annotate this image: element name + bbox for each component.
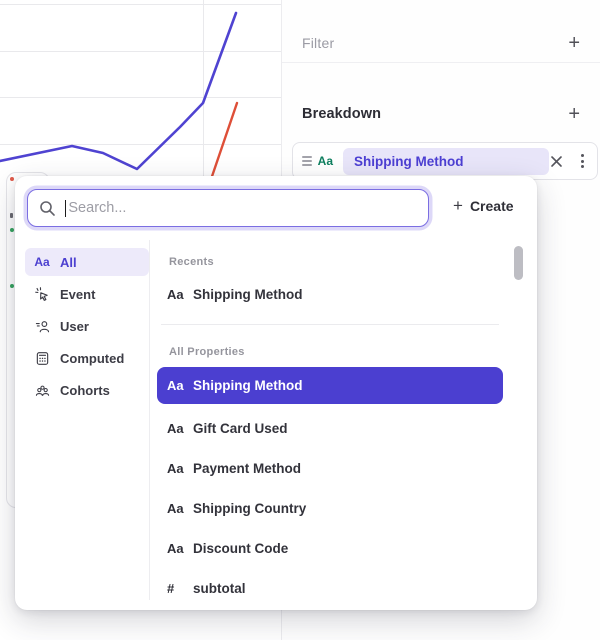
recents-header: Recents bbox=[169, 256, 214, 268]
computed-icon bbox=[33, 351, 51, 366]
breakdown-label: Breakdown bbox=[302, 106, 382, 122]
chart-line-blue bbox=[0, 11, 238, 171]
event-icon bbox=[33, 286, 51, 302]
list-item-label: Gift Card Used bbox=[193, 420, 288, 436]
nav-item-event[interactable]: Event bbox=[25, 280, 149, 308]
number-property-icon: # bbox=[167, 580, 175, 596]
property-picker-popover: + Create Aa All Event bbox=[15, 176, 537, 610]
list-item-shipping-method[interactable]: Aa Shipping Method bbox=[157, 367, 503, 404]
text-property-icon: Aa bbox=[167, 420, 184, 436]
list-item-label: Shipping Country bbox=[193, 500, 307, 516]
list-item-shipping-country[interactable]: Aa Shipping Country bbox=[157, 488, 503, 528]
property-list: Recents Aa Shipping Method All Propertie… bbox=[157, 176, 521, 610]
text-property-icon: Aa bbox=[34, 255, 50, 269]
legend-text-fragment bbox=[10, 213, 13, 218]
more-options-button[interactable] bbox=[576, 154, 588, 168]
list-item-subtotal[interactable]: # subtotal bbox=[157, 568, 503, 608]
text-property-icon: Aa bbox=[167, 378, 184, 393]
nav-item-all[interactable]: Aa All bbox=[25, 248, 149, 276]
list-item-shipping-method-recent[interactable]: Aa Shipping Method bbox=[157, 274, 503, 314]
sidebar-list-divider bbox=[149, 240, 150, 600]
list-item-discount-code[interactable]: Aa Discount Code bbox=[157, 528, 503, 568]
filter-label: Filter bbox=[302, 35, 335, 51]
property-type-nav: Aa All Event User Computed Cohorts bbox=[25, 248, 149, 408]
nav-item-user[interactable]: User bbox=[25, 312, 149, 340]
text-property-icon: Aa bbox=[167, 460, 184, 476]
list-section-divider bbox=[161, 324, 499, 325]
list-item-gift-card-used[interactable]: Aa Gift Card Used bbox=[157, 408, 503, 448]
nav-item-cohorts[interactable]: Cohorts bbox=[25, 376, 149, 404]
kebab-icon bbox=[580, 154, 584, 157]
list-item-label: Payment Method bbox=[193, 460, 302, 476]
section-divider bbox=[282, 62, 600, 63]
text-caret bbox=[65, 199, 67, 217]
text-property-icon: Aa bbox=[167, 286, 184, 302]
nav-item-label: Cohorts bbox=[60, 382, 110, 398]
breakdown-section: Breakdown + bbox=[282, 103, 600, 125]
series-swatch-green bbox=[10, 228, 14, 232]
breakdown-chip-row: Aa Shipping Method bbox=[292, 142, 598, 180]
remove-breakdown-button[interactable] bbox=[549, 153, 564, 169]
user-icon bbox=[33, 319, 51, 334]
add-filter-button[interactable]: + bbox=[568, 33, 580, 53]
property-type-icon: Aa bbox=[317, 154, 334, 168]
list-item-label: Shipping Method bbox=[193, 286, 303, 302]
text-property-icon: Aa bbox=[167, 540, 184, 556]
series-swatch-red bbox=[10, 177, 14, 181]
list-item-label: Shipping Method bbox=[193, 378, 303, 393]
breakdown-property-chip[interactable]: Shipping Method bbox=[343, 147, 549, 175]
scrollbar-thumb[interactable] bbox=[514, 246, 523, 280]
add-breakdown-button[interactable]: + bbox=[568, 104, 580, 124]
drag-handle-icon[interactable] bbox=[302, 156, 312, 166]
nav-item-computed[interactable]: Computed bbox=[25, 344, 149, 372]
nav-item-label: All bbox=[60, 254, 77, 270]
breakdown-property-label: Shipping Method bbox=[354, 153, 464, 169]
text-property-icon: Aa bbox=[167, 500, 184, 516]
all-properties-header: All Properties bbox=[169, 346, 245, 358]
series-swatch-green bbox=[10, 284, 14, 288]
nav-item-label: Computed bbox=[60, 350, 125, 366]
nav-item-label: User bbox=[60, 318, 89, 334]
filter-section: Filter + bbox=[282, 33, 600, 53]
list-item-label: subtotal bbox=[193, 580, 246, 596]
cohorts-icon bbox=[33, 383, 51, 398]
search-icon bbox=[40, 200, 55, 216]
nav-item-label: Event bbox=[60, 286, 96, 302]
list-item-label: Discount Code bbox=[193, 540, 289, 556]
list-item-payment-method[interactable]: Aa Payment Method bbox=[157, 448, 503, 488]
close-icon bbox=[551, 155, 562, 167]
